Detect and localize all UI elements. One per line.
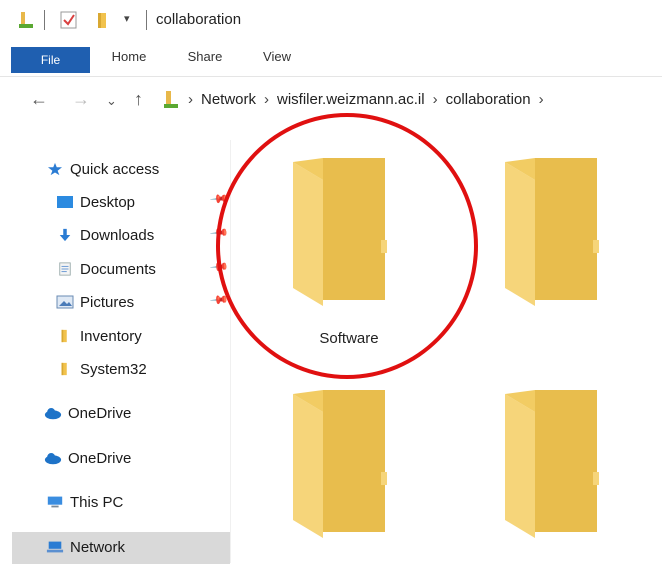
network-folder-icon bbox=[163, 89, 179, 116]
desktop-icon bbox=[57, 196, 73, 209]
cloud-icon bbox=[44, 453, 62, 465]
folder-icon bbox=[61, 362, 67, 376]
tab-home[interactable]: Home bbox=[104, 42, 154, 72]
folder-icon bbox=[505, 158, 599, 306]
ribbon-tabs: File Home Share View bbox=[0, 40, 662, 77]
sidebar-item-onedrive[interactable]: OneDrive bbox=[44, 398, 131, 430]
window-title: collaboration bbox=[156, 11, 242, 28]
download-arrow-icon bbox=[59, 228, 71, 242]
computer-icon bbox=[47, 496, 63, 508]
highlight-circle bbox=[216, 113, 478, 379]
breadcrumb-server[interactable]: wisfiler.weizmann.ac.il bbox=[277, 91, 425, 108]
folder-item[interactable] bbox=[505, 390, 601, 545]
pictures-icon bbox=[56, 295, 74, 309]
breadcrumb: › Network › wisfiler.weizmann.ac.il › collabo… bbox=[188, 91, 552, 108]
folder-icon bbox=[61, 329, 67, 343]
folder-item[interactable] bbox=[293, 390, 389, 545]
network-icon bbox=[46, 541, 64, 553]
sidebar-item-onedrive-2[interactable]: OneDrive bbox=[44, 443, 131, 475]
customize-quick-access-dropdown[interactable]: ▾ bbox=[124, 12, 130, 25]
tab-share[interactable]: Share bbox=[180, 42, 230, 72]
sidebar-item-downloads[interactable]: Downloads bbox=[56, 220, 154, 252]
folder-icon bbox=[505, 390, 599, 538]
sidebar-item-system32[interactable]: System32 bbox=[56, 354, 147, 386]
breadcrumb-collaboration[interactable]: collaboration bbox=[446, 91, 531, 108]
sidebar-item-network[interactable]: Network bbox=[12, 532, 230, 564]
breadcrumb-network[interactable]: Network bbox=[201, 91, 256, 108]
star-icon bbox=[48, 162, 62, 176]
breadcrumb-chevron-icon[interactable]: › bbox=[264, 91, 269, 108]
navigation-pane: Quick access Desktop 📌 Downloads 📌 Docum… bbox=[0, 140, 230, 564]
forward-arrow-icon[interactable]: → bbox=[72, 89, 90, 110]
title-bar: ▾ collaboration bbox=[0, 0, 662, 40]
back-arrow-icon[interactable]: ← bbox=[30, 89, 48, 110]
cloud-icon bbox=[44, 408, 62, 420]
sidebar-item-this-pc[interactable]: This PC bbox=[46, 487, 123, 519]
sidebar-item-quick-access[interactable]: Quick access bbox=[46, 154, 159, 186]
breadcrumb-chevron-icon[interactable]: › bbox=[188, 91, 193, 108]
folder-app-icon bbox=[18, 10, 34, 35]
breadcrumb-chevron-icon[interactable]: › bbox=[539, 91, 544, 108]
folder-icon bbox=[293, 390, 387, 538]
breadcrumb-chevron-icon[interactable]: › bbox=[433, 91, 438, 108]
sidebar-item-inventory[interactable]: Inventory bbox=[56, 321, 142, 353]
documents-icon bbox=[59, 262, 71, 276]
tab-file[interactable]: File bbox=[11, 47, 90, 73]
new-folder-icon[interactable] bbox=[96, 10, 110, 35]
recent-locations-chevron-icon[interactable]: ⌄ bbox=[106, 93, 117, 109]
tab-view[interactable]: View bbox=[254, 42, 300, 72]
sidebar-item-documents[interactable]: Documents bbox=[56, 254, 156, 286]
sidebar-item-desktop[interactable]: Desktop bbox=[56, 187, 135, 219]
up-arrow-icon[interactable]: ↑ bbox=[134, 89, 143, 110]
sidebar-item-pictures[interactable]: Pictures bbox=[56, 287, 134, 319]
folder-item[interactable] bbox=[505, 158, 601, 313]
properties-checkbox-icon[interactable] bbox=[60, 10, 78, 35]
